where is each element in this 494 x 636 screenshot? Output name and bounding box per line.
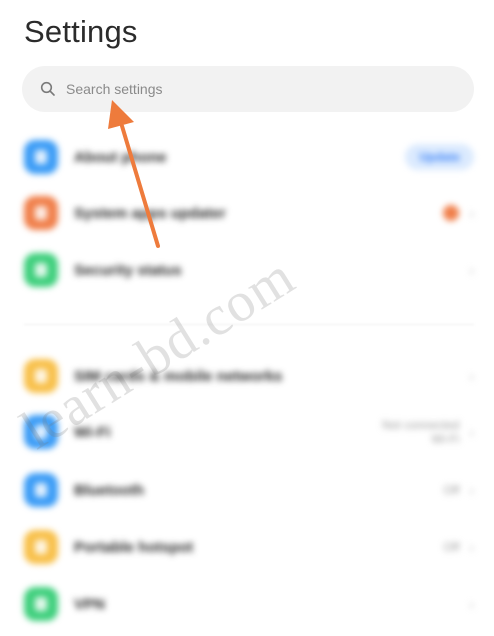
settings-item-vpn[interactable]: VPN › [24,584,474,624]
chevron-right-icon: › [469,596,474,612]
search-placeholder: Search settings [66,81,163,97]
settings-item-label: Bluetooth [74,481,144,499]
settings-item-label: About phone [74,148,167,166]
settings-item-label: System apps updater [74,204,226,222]
page-title: Settings [24,14,138,49]
vpn-icon [24,587,58,621]
settings-item-portable-hotspot[interactable]: Portable hotspot Off › [24,527,474,567]
wifi-status-line1: Not connected [381,418,460,432]
search-input[interactable]: Search settings [22,66,474,112]
hotspot-status: Off [443,540,460,554]
watermark: learn-bd.com [10,245,306,462]
chevron-right-icon: › [469,482,474,498]
chevron-right-icon: › [469,262,474,278]
search-icon [40,81,56,97]
settings-item-bluetooth[interactable]: Bluetooth Off › [24,470,474,510]
chevron-right-icon: › [469,205,474,221]
bluetooth-icon [24,473,58,507]
update-icon [24,196,58,230]
chevron-right-icon: › [469,424,474,440]
settings-item-label: VPN [74,595,105,613]
wifi-status-line2: Wi-Fi [431,432,460,446]
phone-icon [24,140,58,174]
wifi-status: Not connected Wi-Fi [382,418,459,446]
chevron-right-icon: › [469,368,474,384]
settings-item-label: Portable hotspot [74,538,194,556]
hotspot-icon [24,530,58,564]
shield-icon [24,253,58,287]
chevron-right-icon: › [469,539,474,555]
bluetooth-status: Off [443,483,460,497]
settings-item-label: Security status [74,261,182,279]
